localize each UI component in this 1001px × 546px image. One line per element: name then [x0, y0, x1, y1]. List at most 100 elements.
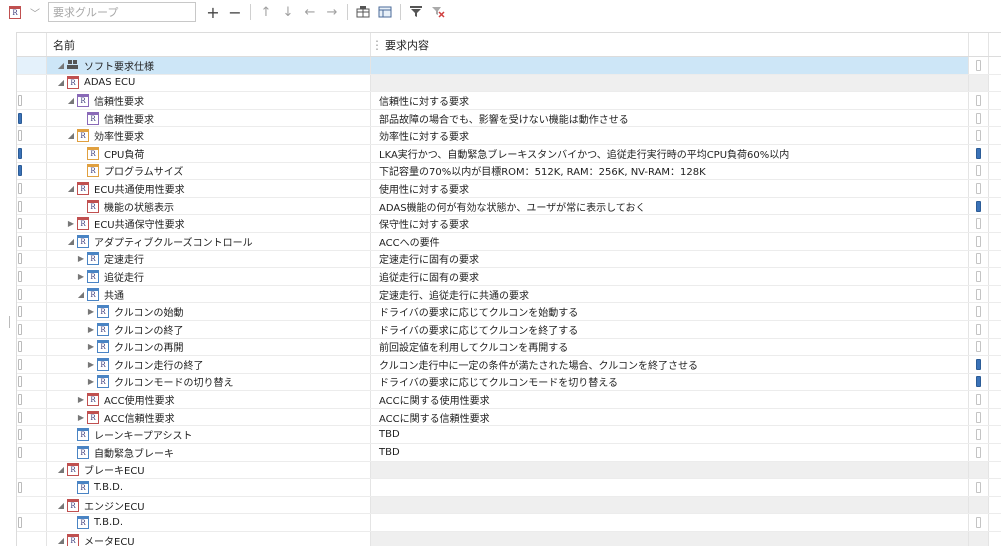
content-cell[interactable]: ACCに関する使用性要求 [371, 391, 969, 408]
table-row[interactable]: ▶ R 追従走行 追従走行に固有の要求 [17, 268, 1001, 286]
content-cell[interactable]: TBD [371, 426, 969, 444]
name-cell[interactable]: R T.B.D. [47, 479, 371, 496]
content-cell[interactable]: 部品故障の場合でも、影響を受けない機能は動作させる [371, 109, 969, 127]
content-cell[interactable] [371, 479, 969, 496]
content-cell[interactable] [371, 74, 969, 92]
content-cell[interactable]: 保守性に対する要求 [371, 215, 969, 232]
content-cell[interactable]: TBD [371, 444, 969, 461]
expand-icon[interactable]: ▶ [65, 219, 77, 228]
content-cell[interactable]: 定速走行に固有の要求 [371, 250, 969, 268]
table-icon[interactable] [352, 1, 374, 23]
name-cell[interactable]: ▶ R 定速走行 [47, 250, 371, 268]
expand-icon[interactable]: ▶ [75, 254, 87, 263]
expand-icon[interactable]: ▶ [85, 377, 97, 386]
table-row[interactable]: R 自動緊急ブレーキ TBD [17, 444, 1001, 462]
collapse-icon[interactable]: ◢ [65, 237, 77, 246]
collapse-icon[interactable]: ◢ [55, 501, 67, 510]
name-cell[interactable]: ◢ R エンジンECU [47, 496, 371, 514]
expand-icon[interactable]: ▶ [75, 413, 87, 422]
content-cell[interactable]: 前回設定値を利用してクルコンを再開する [371, 338, 969, 356]
image-icon[interactable] [374, 1, 396, 23]
table-row[interactable]: ◢ R アダプティブクルーズコントロール ACCへの要件 [17, 232, 1001, 251]
name-cell[interactable]: R 信頼性要求 [47, 109, 371, 127]
content-cell[interactable] [371, 532, 969, 546]
table-row[interactable]: ▶ R 定速走行 定速走行に固有の要求 [17, 250, 1001, 269]
clear-filter-icon[interactable] [427, 1, 449, 23]
content-cell[interactable]: 追従走行に固有の要求 [371, 268, 969, 285]
name-cell[interactable]: ▶ R ACC信頼性要求 [47, 408, 371, 426]
content-cell[interactable]: 効率性に対する要求 [371, 127, 969, 144]
name-cell[interactable]: ◢ R ECU共通使用性要求 [47, 180, 371, 197]
table-row[interactable]: R T.B.D. [17, 479, 1001, 497]
content-cell[interactable]: 信頼性に対する要求 [371, 92, 969, 109]
name-cell[interactable]: ◢ R 信頼性要求 [47, 92, 371, 109]
expand-icon[interactable]: ▶ [75, 272, 87, 281]
content-cell[interactable]: LKA実行かつ、自動緊急ブレーキスタンバイかつ、追従走行実行時の平均CPU負荷6… [371, 144, 969, 162]
remove-icon[interactable]: − [224, 1, 246, 23]
content-cell[interactable]: ADAS機能の何が有効な状態か、ユーザが常に表示しておく [371, 197, 969, 215]
table-row[interactable]: ◢ R ブレーキECU [17, 461, 1001, 480]
name-cell[interactable]: ▶ R ECU共通保守性要求 [47, 215, 371, 232]
table-row[interactable]: ◢ ソフト要求仕様 [17, 57, 1001, 75]
table-row[interactable]: ◢ R 信頼性要求 信頼性に対する要求 [17, 92, 1001, 110]
table-row[interactable]: ▶ R クルコンの再開 前回設定値を利用してクルコンを再開する [17, 338, 1001, 357]
column-header-content[interactable]: 要求内容 [371, 33, 969, 56]
expand-icon[interactable]: ▶ [85, 325, 97, 334]
content-cell[interactable]: 使用性に対する要求 [371, 180, 969, 197]
collapse-icon[interactable]: ◢ [55, 465, 67, 474]
table-row[interactable]: ◢ R メータECU [17, 532, 1001, 546]
name-cell[interactable]: ▶ R クルコンモードの切り替え [47, 373, 371, 391]
name-cell[interactable]: ◢ R ADAS ECU [47, 74, 371, 92]
content-cell[interactable]: ドライバの要求に応じてクルコンモードを切り替える [371, 373, 969, 391]
collapse-icon[interactable]: ◢ [75, 290, 87, 299]
name-cell[interactable]: R T.B.D. [47, 514, 371, 532]
table-row[interactable]: ▶ R クルコンの終了 ドライバの要求に応じてクルコンを終了する [17, 320, 1001, 339]
content-cell[interactable] [371, 57, 969, 74]
move-down-icon[interactable]: ↓ [277, 1, 299, 23]
requirement-group-input[interactable] [48, 2, 196, 22]
expand-icon[interactable]: ▶ [85, 307, 97, 316]
table-row[interactable]: ▶ R クルコンの始動 ドライバの要求に応じてクルコンを始動する [17, 303, 1001, 321]
table-row[interactable]: R 機能の状態表示 ADAS機能の何が有効な状態か、ユーザが常に表示しておく [17, 197, 1001, 216]
name-cell[interactable]: ▶ R クルコンの終了 [47, 320, 371, 338]
content-cell[interactable]: ACCに関する信頼性要求 [371, 408, 969, 426]
table-row[interactable]: R CPU負荷 LKA実行かつ、自動緊急ブレーキスタンバイかつ、追従走行実行時の平均… [17, 144, 1001, 163]
collapse-icon[interactable]: ◢ [65, 131, 77, 140]
move-right-icon[interactable]: → [321, 1, 343, 23]
table-row[interactable]: ▶ R クルコンモードの切り替え ドライバの要求に応じてクルコンモードを切り替える [17, 373, 1001, 392]
name-cell[interactable]: ◢ R 共通 [47, 285, 371, 303]
name-cell[interactable]: ▶ R ACC使用性要求 [47, 391, 371, 408]
name-cell[interactable]: ◢ R 効率性要求 [47, 127, 371, 144]
name-cell[interactable]: ◢ ソフト要求仕様 [47, 57, 371, 74]
content-cell[interactable]: ドライバの要求に応じてクルコンを終了する [371, 320, 969, 338]
content-cell[interactable]: ACCへの要件 [371, 232, 969, 250]
table-row[interactable]: ▶ R ACC信頼性要求 ACCに関する信頼性要求 [17, 408, 1001, 427]
content-cell[interactable] [371, 496, 969, 514]
collapse-icon[interactable]: ◢ [55, 78, 67, 87]
name-cell[interactable]: ◢ R メータECU [47, 532, 371, 546]
requirement-icon[interactable]: R [4, 1, 26, 23]
name-cell[interactable]: ▶ R クルコン走行の終了 [47, 356, 371, 373]
table-row[interactable]: R T.B.D. [17, 514, 1001, 533]
name-cell[interactable]: ▶ R 追従走行 [47, 268, 371, 285]
name-cell[interactable]: ▶ R クルコンの始動 [47, 303, 371, 320]
filter-icon[interactable] [405, 1, 427, 23]
name-cell[interactable]: R CPU負荷 [47, 144, 371, 162]
table-row[interactable]: R 信頼性要求 部品故障の場合でも、影響を受けない機能は動作させる [17, 109, 1001, 128]
name-cell[interactable]: R 機能の状態表示 [47, 197, 371, 215]
name-cell[interactable]: ▶ R クルコンの再開 [47, 338, 371, 356]
add-icon[interactable]: + [202, 1, 224, 23]
collapse-icon[interactable]: ◢ [65, 184, 77, 193]
table-row[interactable]: ◢ R エンジンECU [17, 496, 1001, 515]
content-cell[interactable] [371, 461, 969, 479]
expand-icon[interactable]: ▶ [85, 342, 97, 351]
content-cell[interactable]: ドライバの要求に応じてクルコンを始動する [371, 303, 969, 320]
name-cell[interactable]: ◢ R アダプティブクルーズコントロール [47, 232, 371, 250]
name-cell[interactable]: R レーンキープアシスト [47, 426, 371, 444]
column-header-name[interactable]: 名前 [47, 33, 371, 56]
collapse-icon[interactable]: ◢ [65, 96, 77, 105]
table-row[interactable]: ◢ R ADAS ECU [17, 74, 1001, 93]
table-row[interactable]: R プログラムサイズ 下記容量の70%以内が目標ROM：512K, RAM：256K… [17, 162, 1001, 181]
table-row[interactable]: ◢ R ECU共通使用性要求 使用性に対する要求 [17, 180, 1001, 198]
content-cell[interactable]: 定速走行、追従走行に共通の要求 [371, 285, 969, 303]
